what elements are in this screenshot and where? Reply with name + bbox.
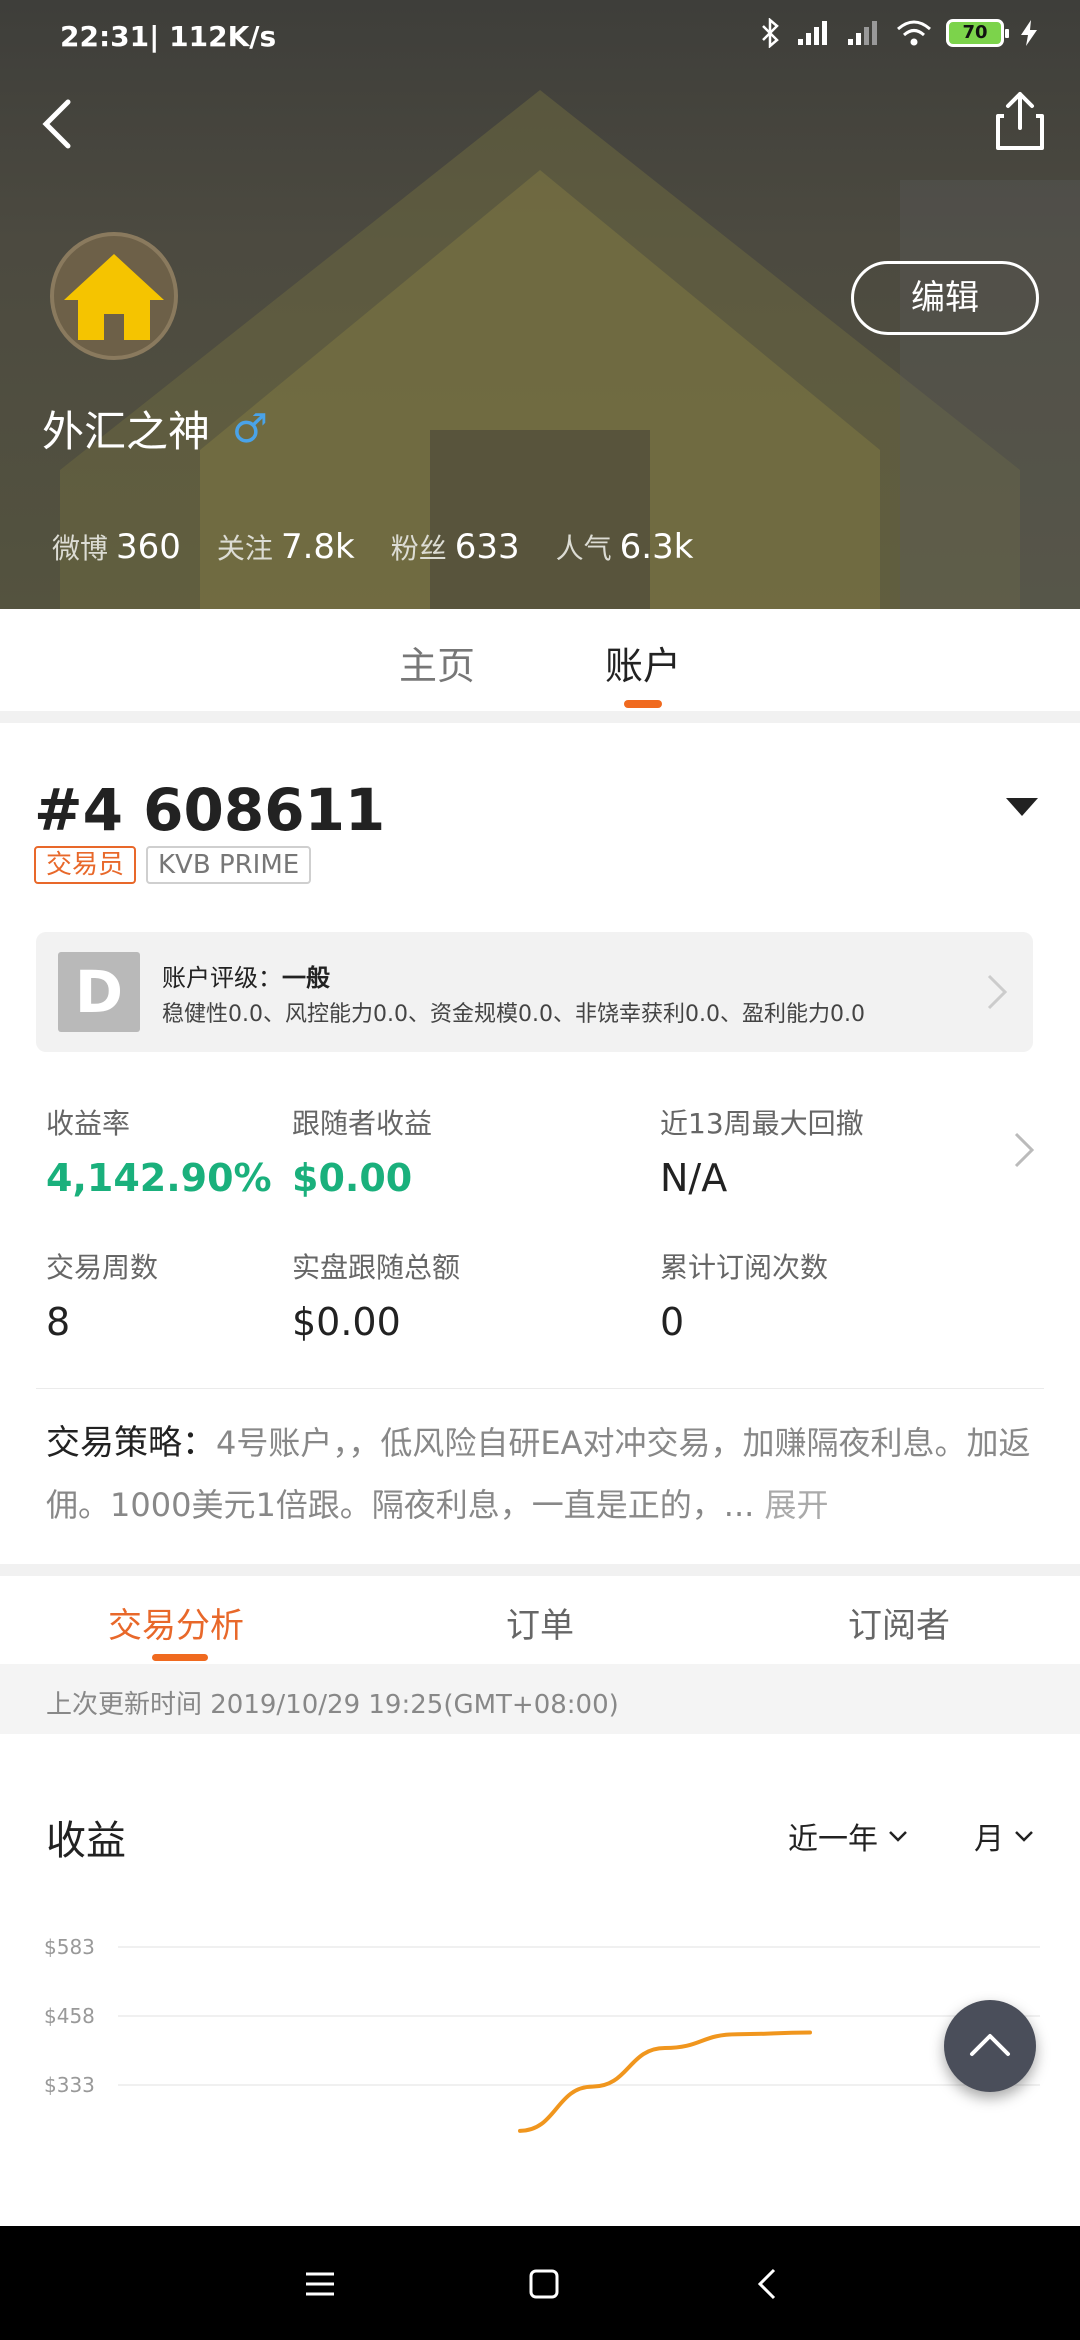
system-nav-bar (0, 2226, 1080, 2340)
active-tab-indicator (624, 700, 662, 708)
profile-name-row: 外汇之神 ♂ (42, 398, 268, 459)
stat-following[interactable]: 关注 7.8k (217, 527, 355, 567)
chevron-down-icon (1015, 1831, 1033, 1842)
metric-subscription-count: 累计订阅次数 0 (660, 1251, 829, 1344)
status-time: 22:31| 112K/s (60, 20, 277, 53)
battery-icon: 70 (946, 19, 1009, 47)
stat-followers[interactable]: 粉丝 633 (391, 527, 520, 567)
last-update-bar: 上次更新时间 2019/10/29 19:25(GMT+08:00) (0, 1664, 1080, 1734)
profit-chart: $583 $458 $333 (44, 1935, 1040, 2133)
divider (36, 1388, 1044, 1389)
edit-profile-button[interactable]: 编辑 (851, 261, 1039, 335)
section-separator (0, 711, 1080, 723)
rating-title: 账户评级：一般 (162, 964, 330, 992)
charging-icon (1021, 20, 1037, 46)
chevron-right-icon[interactable] (1012, 1130, 1036, 1170)
metric-max-drawdown[interactable]: 近13周最大回撤 N/A (660, 1102, 864, 1200)
metric-follow-total: 实盘跟随总额 $0.00 (292, 1251, 461, 1344)
analysis-tabs: 交易分析 订单 订阅者 (0, 1576, 1080, 1664)
range-filter-dropdown[interactable]: 近一年 (788, 1814, 908, 1858)
y-tick-label: $333 (44, 2073, 95, 2097)
chevron-up-icon (970, 2034, 1010, 2056)
y-tick-label: $583 (44, 1935, 95, 1959)
period-filter-dropdown[interactable]: 月 (974, 1814, 1034, 1858)
menu-icon[interactable] (296, 2260, 344, 2308)
back-nav-icon[interactable] (744, 2260, 792, 2308)
account-rating-card[interactable]: D 账户评级：一般 稳健性0.0、风控能力0.0、资金规模0.0、非饶幸获利0.… (36, 932, 1033, 1052)
profile-stats: 微博 360 关注 7.8k 粉丝 633 人气 6.3k (52, 527, 729, 567)
status-bar: 22:31| 112K/s 70 (0, 0, 1080, 76)
tab-orders[interactable]: 订单 (506, 1598, 574, 1647)
house-avatar-icon (64, 254, 164, 340)
stat-weibo[interactable]: 微博 360 (52, 527, 181, 567)
rating-grade-badge: D (58, 952, 140, 1032)
strategy-label: 交易策略： (46, 1423, 216, 1463)
last-update-time: 上次更新时间 2019/10/29 19:25(GMT+08:00) (46, 1690, 619, 1720)
wifi-icon (897, 20, 931, 46)
status-icons: 70 (760, 18, 1040, 48)
gender-male-icon: ♂ (232, 405, 268, 452)
profile-header: 22:31| 112K/s 70 编辑 外汇之神 ♂ 微博 360 关注 7.8… (0, 0, 1080, 609)
tab-home[interactable]: 主页 (399, 635, 475, 690)
chevron-right-icon (987, 974, 1008, 1010)
signal-icon-2 (848, 21, 877, 45)
expand-link[interactable]: 展开 (754, 1486, 829, 1524)
metric-return-rate: 收益率 4,142.90% (46, 1107, 272, 1200)
bluetooth-icon (762, 18, 779, 48)
rating-description: 稳健性0.0、风控能力0.0、资金规模0.0、非饶幸获利0.0、盈利能力0.0 (162, 1002, 865, 1027)
chevron-down-icon (889, 1831, 907, 1842)
metric-trading-weeks: 交易周数 8 (46, 1251, 159, 1344)
share-icon[interactable] (990, 90, 1050, 154)
trading-strategy: 交易策略：4号账户，，低风险自研EA对冲交易，加赚隔夜利息。加返佣。1000美元… (46, 1412, 1046, 1536)
tab-subscribers[interactable]: 订阅者 (848, 1598, 950, 1647)
signal-icon (798, 21, 827, 45)
avatar[interactable] (50, 232, 178, 360)
tab-account[interactable]: 账户 (605, 635, 681, 690)
tab-trade-analysis[interactable]: 交易分析 (108, 1598, 244, 1647)
stat-popularity: 人气 6.3k (555, 527, 694, 567)
broker-badge: KVB PRIME (146, 846, 312, 884)
metric-follower-profit: 跟随者收益 $0.00 (292, 1107, 433, 1200)
username: 外汇之神 (42, 407, 211, 456)
back-icon[interactable] (30, 94, 90, 154)
section-separator (0, 1564, 1080, 1576)
home-icon[interactable] (520, 2260, 568, 2308)
chart-title: 收益 (46, 1818, 126, 1864)
main-tabs: 主页 账户 (0, 609, 1080, 709)
active-subtab-indicator (152, 1654, 208, 1661)
scroll-to-top-button[interactable] (944, 2000, 1036, 2092)
account-dropdown-icon[interactable] (1006, 798, 1038, 816)
trader-badge: 交易员 (34, 846, 137, 884)
account-number: #4 608611 (34, 776, 386, 844)
profit-series-line (518, 2030, 812, 2133)
y-tick-label: $458 (44, 2004, 95, 2028)
